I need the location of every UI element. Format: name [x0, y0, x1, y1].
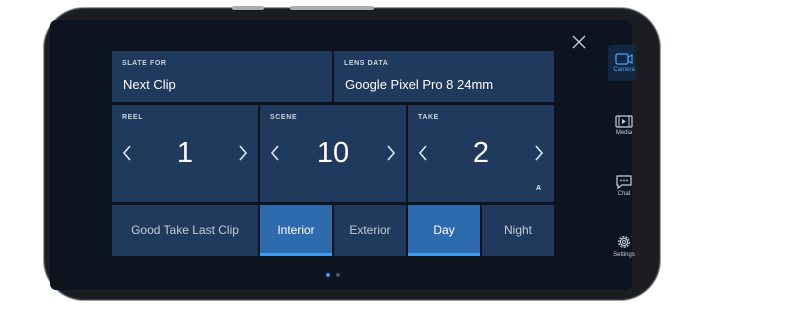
take-panel: TAKE 2 A [408, 105, 554, 202]
reel-panel: REEL 1 [112, 105, 258, 202]
take-increment-button[interactable] [532, 145, 546, 161]
sidebar-item-chat[interactable]: Chat [604, 175, 644, 197]
scene-label: SCENE [270, 114, 298, 121]
reel-label: REEL [122, 114, 144, 121]
exterior-label: Exterior [349, 223, 391, 237]
page-indicator-active[interactable] [326, 273, 330, 277]
phone-power-button [290, 6, 374, 10]
take-label: TAKE [418, 114, 439, 121]
scene-panel: SCENE 10 [260, 105, 406, 202]
sidebar: Camera Media Chat Settings [604, 20, 644, 290]
lens-data-label: LENS DATA [344, 60, 389, 67]
sidebar-item-settings[interactable]: Settings [604, 234, 644, 258]
lens-data-panel[interactable]: LENS DATA Google Pixel Pro 8 24mm [334, 51, 554, 102]
night-button[interactable]: Night [482, 205, 554, 256]
close-button[interactable] [570, 34, 588, 52]
chevron-right-icon [535, 145, 544, 161]
chat-icon [616, 175, 632, 189]
good-take-label: Good Take Last Clip [131, 223, 239, 237]
sidebar-item-label: Media [615, 130, 633, 136]
slate-for-label: SLATE FOR [122, 60, 167, 67]
day-button[interactable]: Day [408, 205, 480, 256]
scene-increment-button[interactable] [384, 145, 398, 161]
night-label: Night [503, 223, 532, 237]
chevron-right-icon [387, 145, 396, 161]
interior-label: Interior [277, 223, 315, 237]
sidebar-item-label: Camera [613, 67, 635, 73]
slate-for-value: Next Clip [123, 77, 176, 92]
page-indicator[interactable] [336, 273, 340, 277]
sidebar-item-label: Chat [617, 191, 631, 197]
camera-icon [615, 53, 633, 65]
gear-icon [618, 236, 630, 248]
interior-button[interactable]: Interior [260, 205, 332, 256]
phone-volume-button [232, 6, 264, 10]
reel-increment-button[interactable] [236, 145, 250, 161]
take-auto-indicator: A [535, 185, 541, 192]
sidebar-item-label: Settings [613, 252, 635, 258]
good-take-last-clip-button[interactable]: Good Take Last Clip [112, 205, 258, 256]
day-label: Day [433, 223, 455, 237]
chevron-right-icon [239, 145, 248, 161]
slate-for-panel[interactable]: SLATE FOR Next Clip [112, 51, 332, 102]
lens-data-value: Google Pixel Pro 8 24mm [345, 77, 494, 92]
media-icon [615, 115, 633, 128]
close-icon [572, 35, 586, 49]
sidebar-item-media[interactable]: Media [604, 115, 644, 136]
sidebar-item-camera[interactable]: Camera [604, 53, 644, 73]
exterior-button[interactable]: Exterior [334, 205, 406, 256]
